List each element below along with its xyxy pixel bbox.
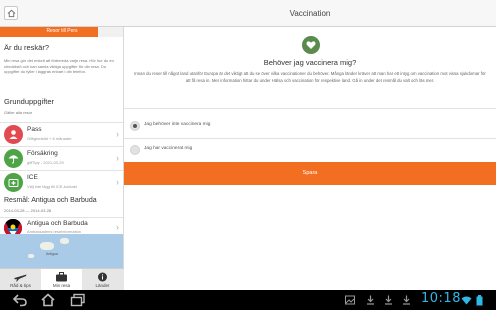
trip-dates: 2014-03-28 — 2014-03-28 bbox=[4, 208, 52, 213]
download-icon bbox=[367, 295, 374, 305]
intro-text: Min resa gör det enkelt att förbereda va… bbox=[4, 58, 114, 75]
back-icon[interactable] bbox=[12, 293, 28, 307]
destination-map[interactable]: Antigua bbox=[0, 234, 123, 268]
intro-heading: Är du reskär? bbox=[4, 43, 50, 52]
wifi-icon bbox=[461, 296, 472, 305]
home-button[interactable] bbox=[4, 6, 18, 20]
save-button[interactable]: Spara bbox=[124, 162, 496, 185]
tab-label: Min resa bbox=[52, 283, 71, 288]
option-vaccinated[interactable]: Jag har vaccinerat mig bbox=[124, 140, 496, 162]
recent-apps-icon[interactable] bbox=[70, 293, 86, 307]
trip-tab-strip[interactable]: Resor till Pers bbox=[0, 27, 123, 37]
list-item-subtitle: Välj inte lägg till ICE-kontakt bbox=[27, 184, 77, 189]
screen-title: Vaccination bbox=[289, 9, 331, 18]
action-bar: Vaccination bbox=[0, 0, 496, 27]
home-nav-icon[interactable] bbox=[40, 293, 56, 307]
bottom-tabs: Råd & tips Min resa Länder bbox=[0, 268, 124, 291]
chevron-right-icon: › bbox=[116, 153, 119, 163]
chevron-right-icon: › bbox=[116, 222, 119, 232]
suitcase-icon bbox=[56, 272, 67, 282]
trip-heading: Resmål: Antigua och Barbuda bbox=[4, 197, 97, 204]
download-icon bbox=[403, 295, 410, 305]
system-bar: 10:18 bbox=[0, 290, 496, 310]
download-icon bbox=[385, 295, 392, 305]
chevron-right-icon: › bbox=[116, 177, 119, 187]
option-label: Jag har vaccinerat mig bbox=[144, 146, 193, 151]
tab-label: Länder bbox=[95, 283, 110, 288]
question-description: Innan du reser till något land utanför E… bbox=[134, 71, 486, 83]
battery-icon bbox=[476, 295, 483, 306]
radio-button-selected[interactable] bbox=[130, 121, 140, 131]
list-item-title: ICE bbox=[27, 174, 38, 181]
umbrella-icon bbox=[4, 149, 23, 168]
list-item-subtitle: giffTipy - 2021-03-29 bbox=[27, 160, 64, 165]
tab-min-resa[interactable]: Min resa bbox=[41, 269, 82, 291]
airplane-icon bbox=[14, 274, 27, 282]
list-item-ice[interactable]: ICE Välj inte lägg till ICE-kontakt › bbox=[0, 170, 123, 194]
tab-lander[interactable]: Länder bbox=[82, 269, 123, 291]
main-pane: Behöver jag vaccinera mig? Innan du rese… bbox=[124, 27, 496, 290]
list-item-title: Antigua och Barbuda bbox=[27, 220, 88, 227]
option-label: Jag behöver inte vaccinera mig bbox=[144, 122, 211, 127]
list-item-forsakring[interactable]: Försäkring giffTipy - 2021-03-29 › bbox=[0, 146, 123, 170]
map-label: Antigua bbox=[46, 252, 58, 256]
tab-rad-tips[interactable]: Råd & tips bbox=[0, 269, 41, 291]
gallery-icon bbox=[345, 295, 355, 305]
radio-button[interactable] bbox=[130, 145, 140, 155]
section-heading: Grunduppgifter bbox=[4, 97, 55, 106]
list-item-subtitle: Giltighetstid + 6 månader bbox=[27, 136, 72, 141]
passport-icon bbox=[4, 125, 23, 144]
trip-tab-label: Resor till Pers bbox=[46, 28, 78, 34]
heart-icon bbox=[302, 36, 320, 54]
list-item-pass[interactable]: Pass Giltighetstid + 6 månader › bbox=[0, 122, 123, 146]
medical-kit-icon bbox=[4, 173, 23, 192]
info-icon bbox=[98, 272, 107, 282]
option-no-vaccination[interactable]: Jag behöver inte vaccinera mig bbox=[124, 116, 496, 138]
chevron-right-icon: › bbox=[116, 129, 119, 139]
home-icon bbox=[7, 9, 16, 18]
list-item-title: Försäkring bbox=[27, 150, 58, 157]
list-item-title: Pass bbox=[27, 126, 42, 133]
left-pane: Resor till Pers Är du reskär? Min resa g… bbox=[0, 27, 124, 268]
app-window: Vaccination Resor till Pers Är du reskär… bbox=[0, 0, 496, 310]
section-subheading: Gäller alla resor bbox=[4, 110, 33, 115]
tab-label: Råd & tips bbox=[10, 283, 31, 288]
clock: 10:18 bbox=[421, 291, 461, 306]
question-heading: Behöver jag vaccinera mig? bbox=[263, 58, 357, 67]
